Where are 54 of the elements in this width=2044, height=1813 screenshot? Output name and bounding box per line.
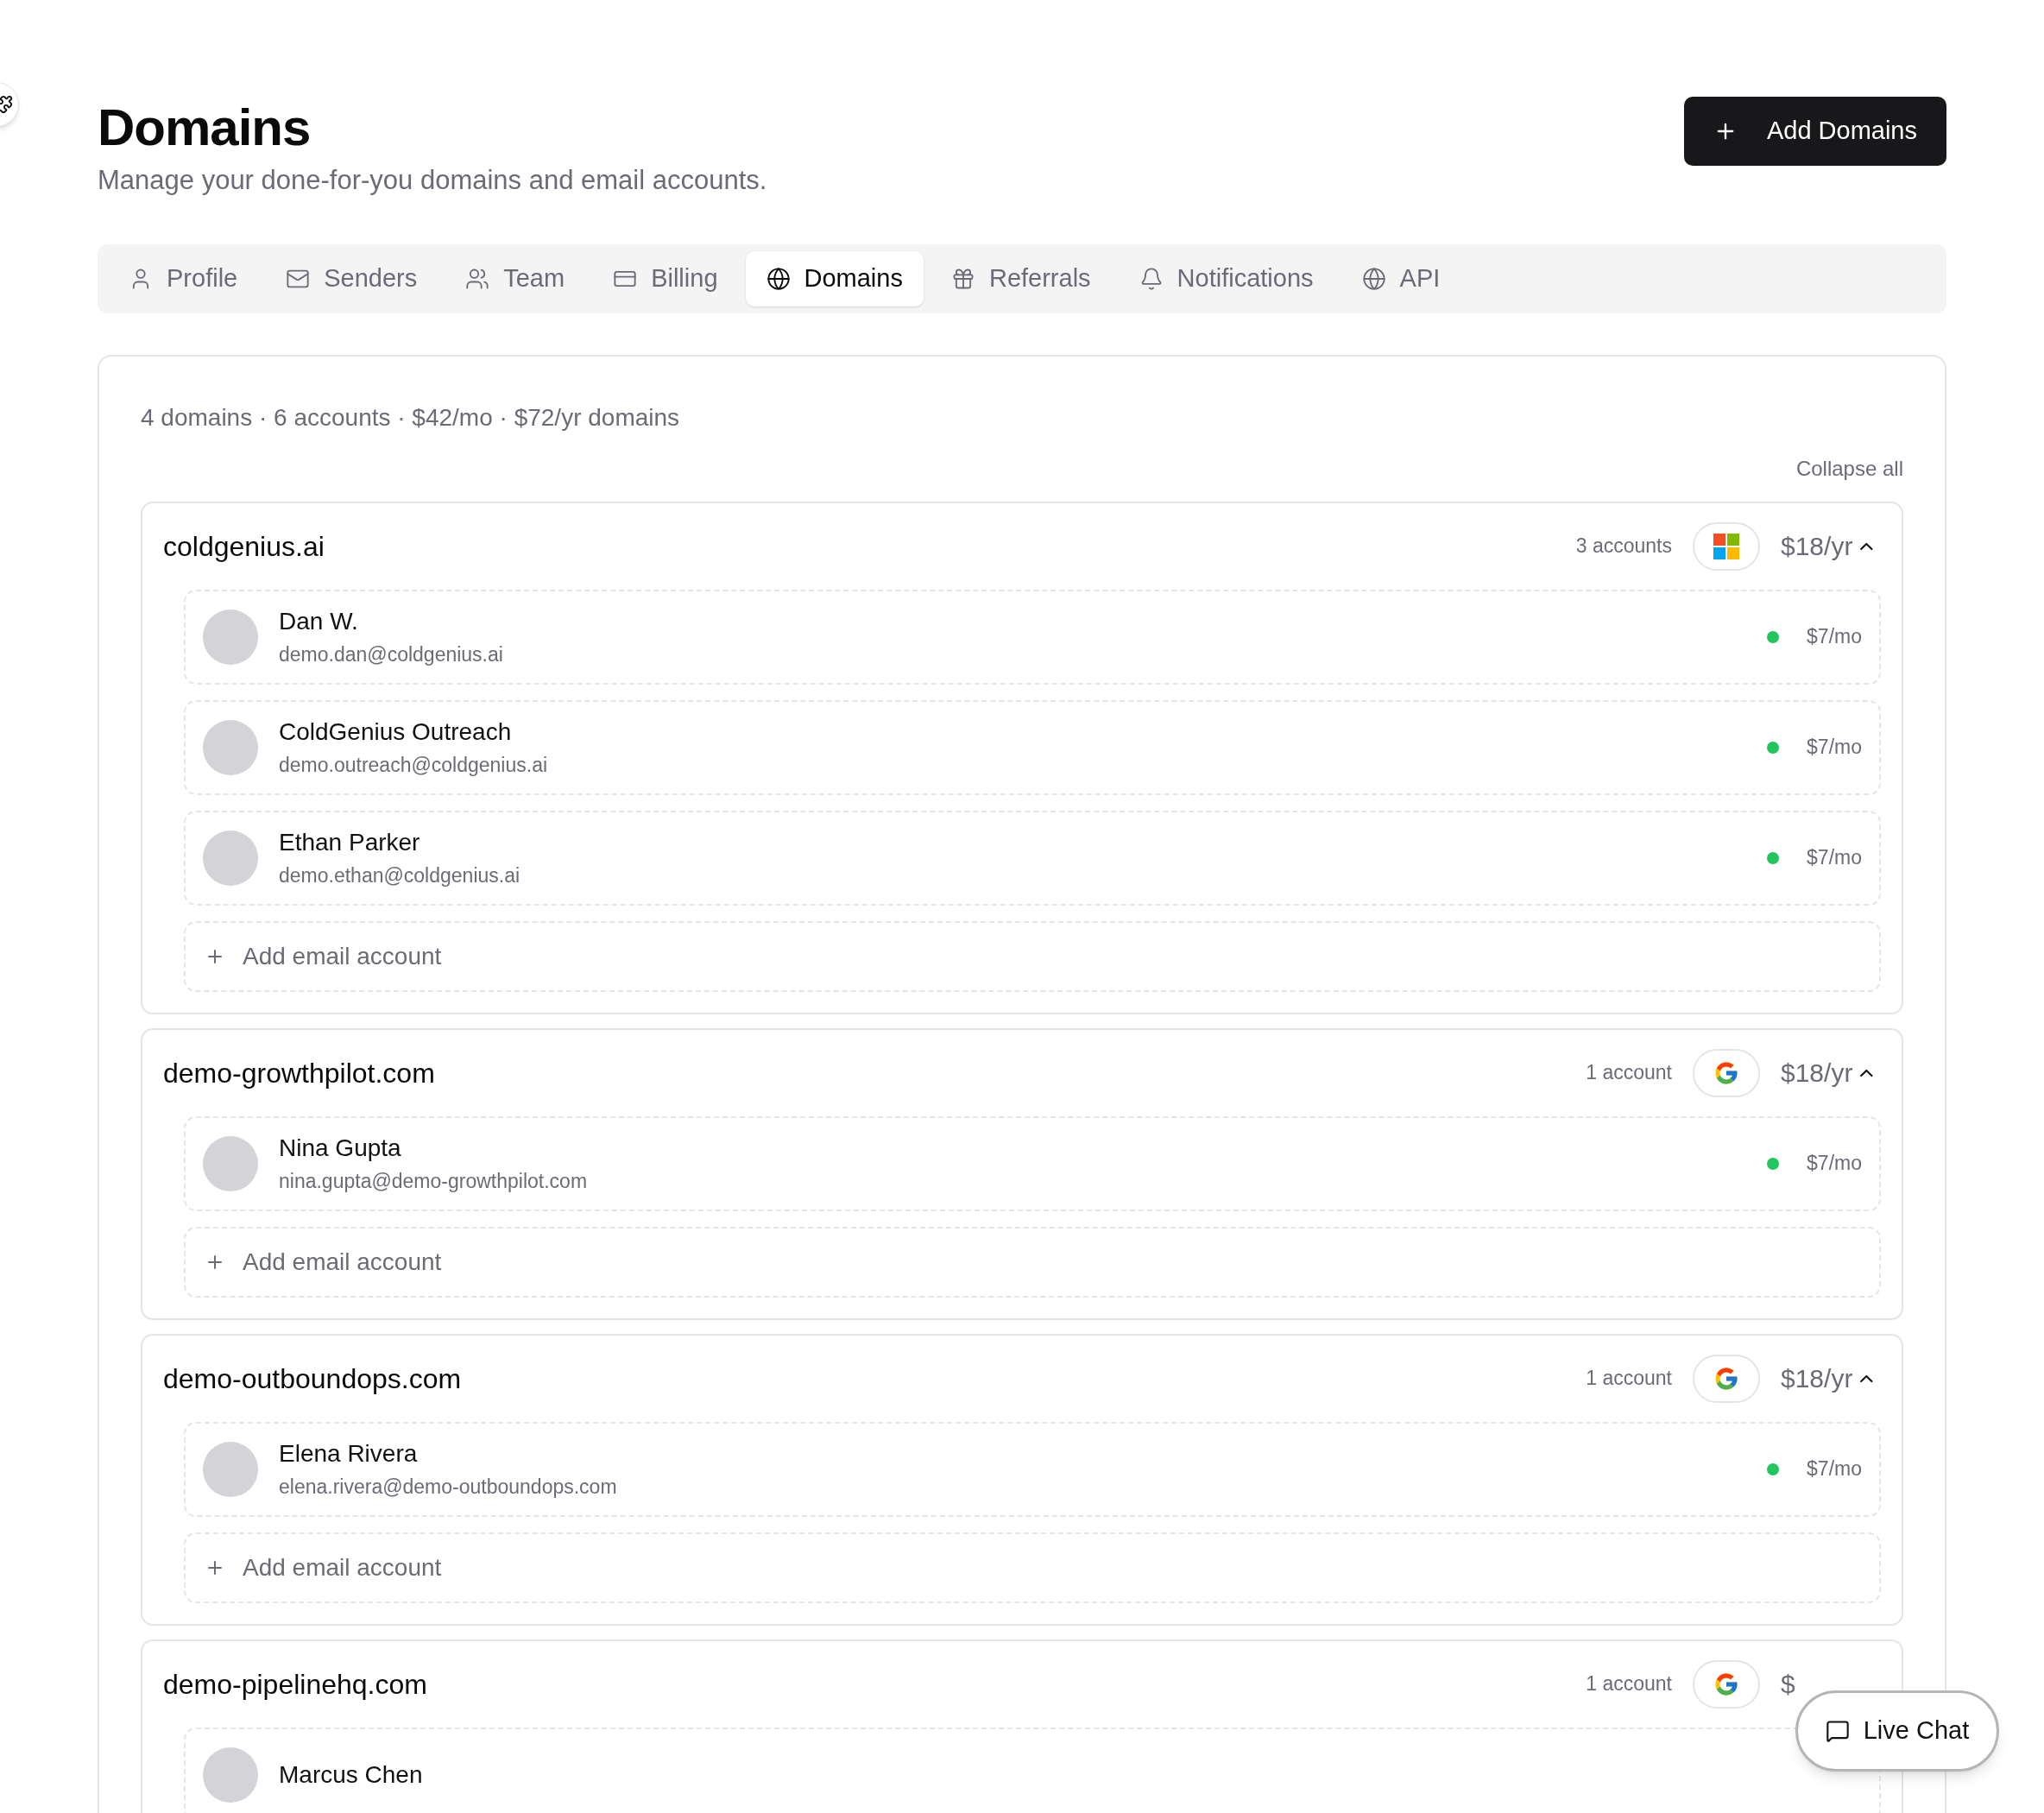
account-name: Ethan Parker xyxy=(279,828,421,858)
domain-name: demo-pipelinehq.com xyxy=(163,1667,428,1702)
account-email: nina.gupta@demo-growthpilot.com xyxy=(279,1169,589,1195)
chat-icon xyxy=(1825,1719,1850,1743)
globe-icon xyxy=(766,266,791,291)
globe-icon xyxy=(1361,266,1386,291)
account-email: demo.outreach@coldgenius.ai xyxy=(279,753,549,779)
domain-price: $ xyxy=(1781,1669,1795,1700)
account-name: Dan W. xyxy=(279,607,359,637)
account-price: $7/mo xyxy=(1807,735,1862,761)
settings-tab[interactable]: Billing xyxy=(592,250,739,306)
account-price: $7/mo xyxy=(1807,1151,1862,1177)
settings-tab[interactable]: API xyxy=(1341,250,1461,306)
domain-price: $18/yr xyxy=(1781,1058,1853,1089)
account-name: ColdGenius Outreach xyxy=(279,717,513,748)
page-title: Domains xyxy=(98,98,312,158)
email-account-row[interactable]: Dan W. demo.dan@coldgenius.ai $7/mo xyxy=(184,589,1881,685)
account-email: demo.ethan@coldgenius.ai xyxy=(279,863,521,889)
domain-price: $18/yr xyxy=(1781,531,1853,562)
domain-name: demo-outboundops.com xyxy=(163,1361,463,1396)
account-count: 1 account xyxy=(1586,1060,1672,1086)
email-account-row[interactable]: Nina Gupta nina.gupta@demo-growthpilot.com $7/mo xyxy=(184,1115,1881,1211)
collapse-all-link[interactable]: Collapse all xyxy=(1795,452,1903,484)
email-account-row[interactable]: Ethan Parker demo.ethan@coldgenius.ai $7/mo xyxy=(184,810,1881,906)
settings-tab[interactable]: Profile xyxy=(108,250,259,306)
domain-name: demo-growthpilot.com xyxy=(163,1056,436,1090)
page-subtitle: Manage your done-for-you domains and email accounts. xyxy=(98,164,767,197)
settings-tab[interactable]: Senders xyxy=(265,250,438,306)
settings-tab[interactable]: Notifications xyxy=(1118,250,1334,306)
domain-price: $18/yr xyxy=(1781,1363,1853,1394)
add-domains-button[interactable]: Add Domains xyxy=(1683,97,1946,166)
add-email-account-button[interactable]: Add email account xyxy=(184,1532,1881,1603)
account-count: 3 accounts xyxy=(1575,534,1672,559)
settings-tab[interactable]: Team xyxy=(445,250,586,306)
add-email-account-button[interactable]: Add email account xyxy=(184,1226,1881,1298)
domain-name: coldgenius.ai xyxy=(163,529,325,564)
account-price: $7/mo xyxy=(1807,1456,1862,1482)
email-account-row[interactable]: Elena Rivera elena.rivera@demo-outboundops.com $7/mo xyxy=(184,1421,1881,1517)
settings-tab[interactable]: Domains xyxy=(745,250,924,306)
microsoft-logo-icon xyxy=(1713,533,1739,559)
account-price: $7/mo xyxy=(1807,845,1862,871)
live-chat-button[interactable]: Live Chat xyxy=(1795,1690,1999,1772)
account-count: 1 account xyxy=(1586,1366,1672,1392)
account-name: Nina Gupta xyxy=(279,1134,402,1164)
account-email: demo.dan@coldgenius.ai xyxy=(279,642,504,668)
account-price: $7/mo xyxy=(1807,624,1862,650)
account-count: 1 account xyxy=(1586,1671,1672,1697)
settings-tab[interactable]: Referrals xyxy=(930,250,1112,306)
account-email: elena.rivera@demo-outboundops.com xyxy=(279,1475,618,1500)
account-name: Elena Rivera xyxy=(279,1439,419,1469)
domains-summary: 4 domains · 6 accounts · $42/mo · $72/yr domains xyxy=(141,402,681,433)
add-email-account-button[interactable]: Add email account xyxy=(184,920,1881,992)
account-name: Marcus Chen xyxy=(279,1759,424,1790)
email-account-row[interactable]: ColdGenius Outreach demo.outreach@coldgenius.ai $7/mo xyxy=(184,699,1881,795)
